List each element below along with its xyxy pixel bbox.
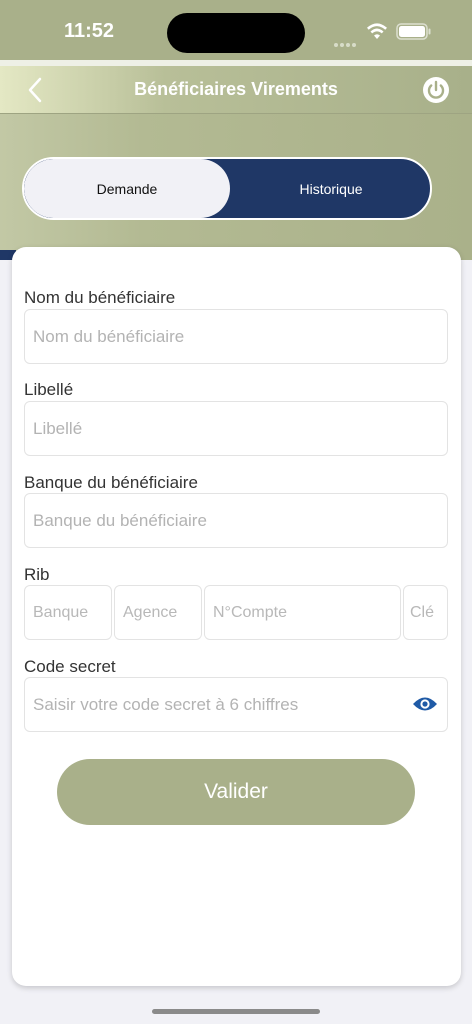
tab-demande[interactable]: Demande [24,159,230,218]
dynamic-island [167,13,305,53]
libelle-label: Libellé [24,380,74,399]
battery-icon [396,23,431,40]
libelle-input[interactable] [24,401,448,456]
bank-label: Banque du bénéficiaire [24,473,198,492]
app-header: Bénéficiaires Virements [0,66,472,114]
secret-code-label: Code secret [24,657,116,676]
status-time: 11:52 [64,20,115,42]
valider-button[interactable]: Valider [57,759,415,825]
rib-banque-input[interactable] [24,585,112,640]
tab-demande-label: Demande [96,180,158,197]
beneficiary-name-input[interactable] [24,309,448,364]
tab-historique-label: Historique [299,180,363,197]
eye-icon[interactable] [412,695,438,713]
segmented-control: Demande Historique [22,157,432,220]
rib-label: Rib [24,565,50,584]
beneficiary-name-label: Nom du bénéficiaire [24,288,176,307]
rib-cle-input[interactable] [403,585,448,640]
form-card: Nom du bénéficiaire Libellé Banque du bé… [12,247,461,986]
secret-code-input[interactable] [24,677,448,732]
home-indicator[interactable] [152,1009,320,1014]
bank-input[interactable] [24,493,448,548]
cellular-signal-icon [334,34,360,47]
wifi-icon [367,23,387,39]
power-icon[interactable] [422,76,450,104]
tab-historique[interactable]: Historique [230,159,430,218]
rib-compte-input[interactable] [204,585,401,640]
page-title: Bénéficiaires Virements [134,79,338,99]
status-bar: 11:52 [0,0,472,60]
rib-agence-input[interactable] [114,585,202,640]
